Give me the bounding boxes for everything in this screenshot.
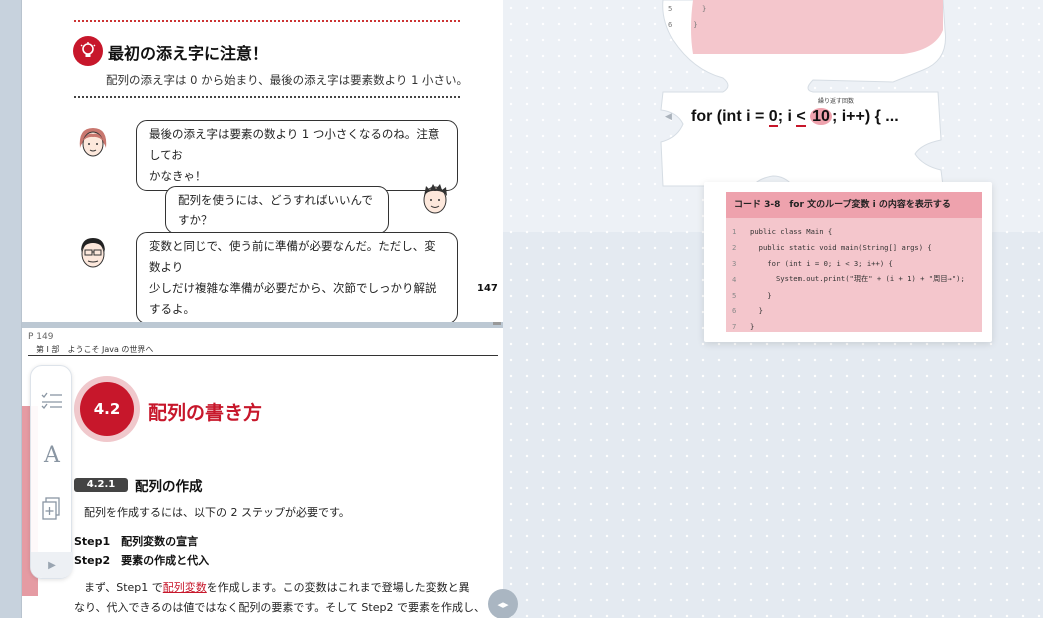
bubble-line: 最後の添え字は要素の数より 1 つ小さくなるのね。注意してお (149, 127, 440, 162)
paragraph-line-2: なり、代入できるのは値ではなく配列の要素です。そして Step2 で要素を作成し… (74, 601, 485, 614)
subsection-title: 配列の作成 (135, 479, 203, 495)
floating-toolbar: A ▶ (30, 365, 73, 579)
bubble-line: かなきゃ！ (149, 169, 207, 183)
list-checklist-icon[interactable] (37, 386, 67, 416)
code-text: } (684, 4, 707, 13)
caution-text: 配列の添え字は 0 から始まり、最後の添え字は要素数より 1 小さい。 (106, 73, 469, 87)
step-1: Step1 配列変数の宣言 (74, 535, 199, 548)
loop-limit-value: 10 (810, 108, 832, 125)
start-value: 0 (768, 108, 778, 127)
code-text: ; i++) { ... (831, 108, 899, 125)
intro-paragraph: 配列を作成するには、以下の 2 ステップが必要です。 (84, 506, 350, 519)
code-line: 3 for (int i = 0; i < 3; i++) { (732, 256, 976, 272)
section-number-badge: 4.2 (74, 376, 140, 442)
paragraph-line-1: まず、Step1 で配列変数を作成します。この変数はこれまで登場した変数と異 (84, 578, 470, 598)
paragraph-text: を作成します。この変数はこれまで登場した変数と異 (206, 581, 470, 594)
code-line: 2 public static void main(String[] args)… (732, 240, 976, 256)
divider-dotted-red (74, 20, 460, 22)
page-number: 147 (477, 283, 498, 294)
speech-bubble-woman: 最後の添え字は要素の数より 1 つ小さくなるのね。注意してお かなきゃ！ (136, 120, 458, 191)
scroll-position-marker (493, 322, 501, 325)
page-indicator: P 149 (28, 332, 54, 342)
line-number: 4 (732, 274, 737, 284)
woman-avatar-icon (72, 122, 114, 164)
text-font-icon[interactable]: A (37, 440, 67, 470)
highlighted-term[interactable]: 配列変数 (163, 581, 207, 594)
add-page-icon[interactable] (37, 494, 67, 524)
split-resize-handle[interactable]: ◂▸ (488, 589, 518, 618)
snippet-line-6: 6 } (668, 20, 698, 29)
code-line: 1 public class Main { (732, 224, 976, 240)
step-2: Step2 要素の作成と代入 (74, 554, 210, 567)
chevron-right-icon[interactable]: ▶ (31, 552, 73, 578)
code-text: for (int i = (691, 108, 769, 125)
line-number: 5 (668, 4, 673, 13)
clipped-snippet-shape (660, 0, 947, 187)
book-page-147: 最初の添え字に注意！ 配列の添え字は 0 から始まり、最後の添え字は要素数より … (22, 0, 503, 322)
line-number: 3 (732, 258, 737, 268)
comparison-operator: < (796, 108, 806, 127)
code-line: 7} (732, 319, 976, 335)
line-number: 2 (732, 243, 737, 253)
line-number: 7 (732, 322, 737, 332)
bubble-line: 配列を使うには、どうすればいいんですか？ (178, 193, 373, 227)
line-number: 6 (668, 20, 673, 29)
code-text: } (750, 322, 755, 332)
code-text: ; i (777, 108, 797, 125)
divider-dotted-black (74, 96, 460, 98)
line-number: 1 (732, 227, 737, 237)
speech-bubble-student: 配列を使うには、どうすればいいんですか？ (165, 186, 389, 234)
section-number: 4.2 (80, 382, 134, 436)
bubble-line: 少しだけ複雑な準備が必要だから、次節でしっかり解説するよ。 (149, 281, 437, 316)
bubble-line: 変数と同じで、使う前に準備が必要なんだ。ただし、変数より (149, 239, 436, 274)
code-text: public class Main { (750, 227, 833, 237)
code-text: } (750, 306, 763, 316)
header-rule (28, 355, 498, 356)
code-listing-body: 1 public class Main { 2 public static voi… (726, 218, 982, 332)
page-scroll-gutter (0, 0, 22, 618)
code-text: } (684, 20, 698, 29)
for-loop-snippet[interactable]: for (int i = 0; i < 10; i++) { ... (691, 108, 899, 127)
section-title: 配列の書き方 (148, 402, 263, 424)
chevron-left-icon[interactable]: ◀ (665, 112, 672, 122)
student-avatar-icon (414, 176, 456, 218)
loop-count-caption: 繰り返す回数 (818, 98, 855, 105)
line-number: 6 (732, 306, 737, 316)
subsection-number: 4.2.1 (74, 478, 128, 492)
code-line: 4 System.out.print("現在" + (i + 1) + "周目→… (732, 271, 976, 287)
code-text: } (750, 290, 772, 300)
code-line: 6 } (732, 303, 976, 319)
snippet-line-5: 5 } (668, 4, 706, 13)
code-text: for (int i = 0; i < 3; i++) { (750, 258, 893, 268)
line-number: 5 (732, 290, 737, 300)
code-line: 5 } (732, 287, 976, 303)
caution-title: 最初の添え字に注意！ (108, 44, 269, 63)
code-listing-card[interactable]: コード 3-8 for 文のループ変数 i の内容を表示する 1 public c… (704, 182, 992, 342)
teacher-avatar-icon (72, 230, 114, 272)
code-text: public static void main(String[] args) { (750, 243, 932, 253)
code-listing-title: コード 3-8 for 文のループ変数 i の内容を表示する (726, 192, 982, 218)
part-running-head: 第 I 部 ようこそ Java の世界へ (36, 345, 154, 354)
speech-bubble-teacher: 変数と同じで、使う前に準備が必要なんだ。ただし、変数より 少しだけ複雑な準備が必… (136, 232, 458, 322)
code-text: System.out.print("現在" + (i + 1) + "周目→")… (750, 274, 965, 284)
paragraph-text: まず、Step1 で (84, 581, 163, 594)
book-page-149: P 149 第 I 部 ようこそ Java の世界へ 4.2 配列の書き方 4.… (22, 328, 503, 618)
lightbulb-icon (73, 36, 103, 66)
